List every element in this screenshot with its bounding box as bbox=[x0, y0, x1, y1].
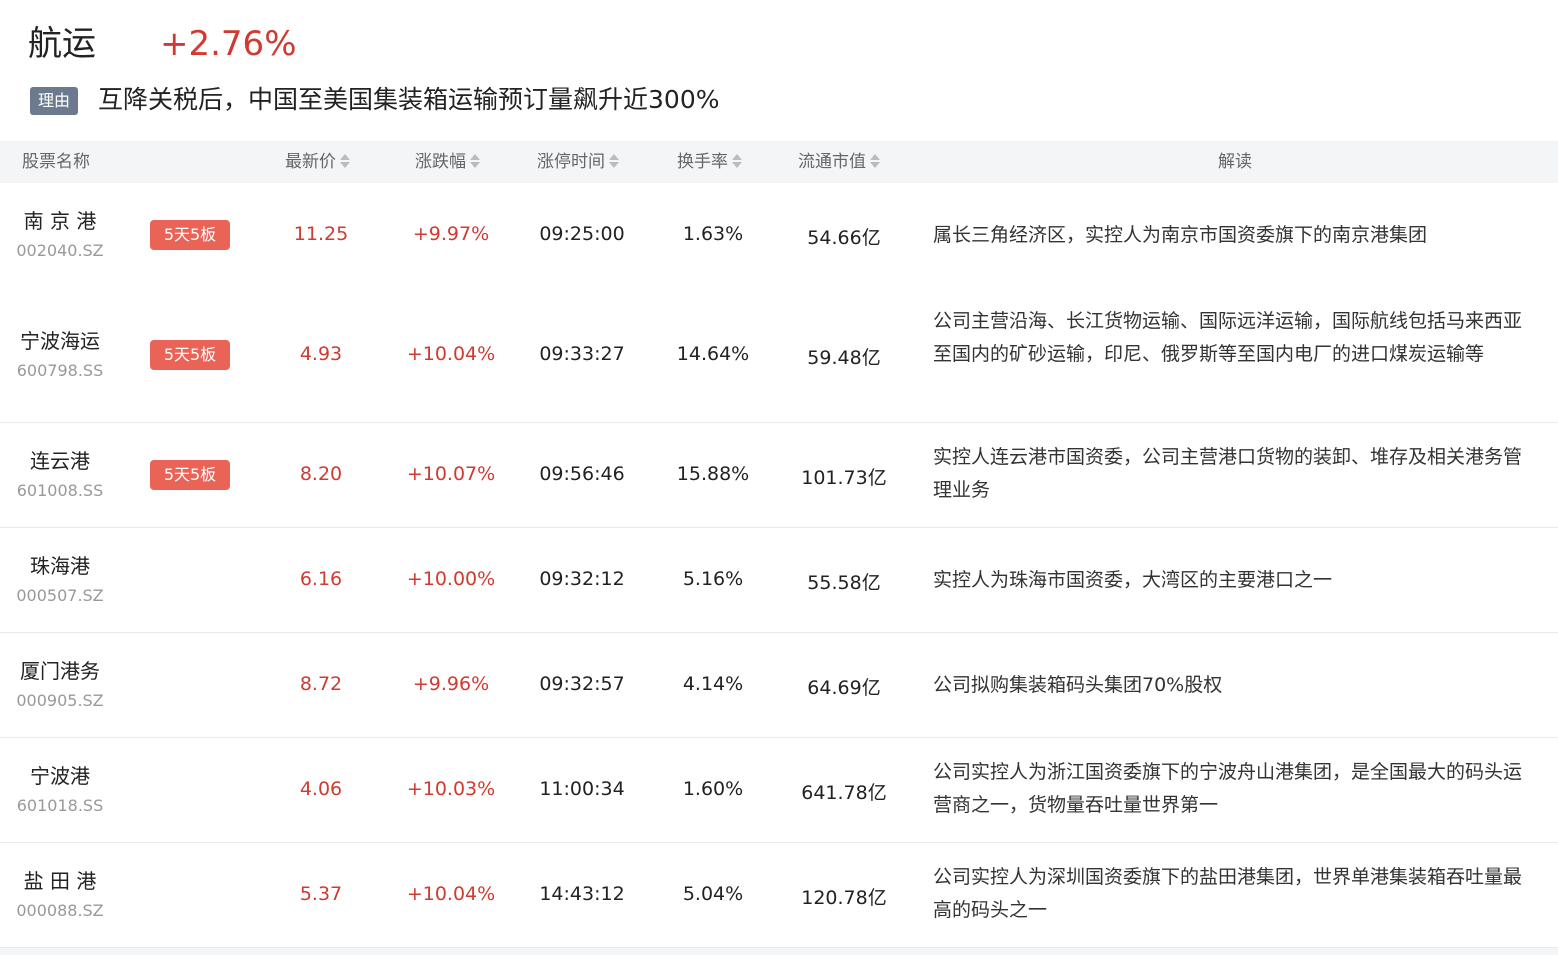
limit-up-time: 09:32:57 bbox=[539, 673, 625, 695]
column-header-turnover-label: 换手率 bbox=[677, 152, 728, 172]
column-header-change[interactable]: 涨跌幅 bbox=[415, 141, 480, 183]
turnover-rate: 4.14% bbox=[682, 673, 744, 695]
column-header-name: 股票名称 bbox=[22, 141, 90, 183]
stock-code: 600798.SS bbox=[16, 361, 104, 380]
latest-price: 5.37 bbox=[299, 883, 343, 905]
price-change: +10.07% bbox=[406, 463, 496, 485]
limit-up-time: 09:25:00 bbox=[539, 223, 625, 245]
price-change: +10.04% bbox=[406, 883, 496, 905]
interpretation: 公司实控人为浙江国资委旗下的宁波舟山港集团，是全国最大的码头运营商之一，货物量吞… bbox=[933, 761, 1523, 816]
column-header-interpretation: 解读 bbox=[1218, 141, 1252, 183]
interpretation: 公司实控人为深圳国资委旗下的盐田港集团，世界单港集装箱吞吐量最高的码头之一 bbox=[933, 866, 1523, 921]
column-header-price-label: 最新价 bbox=[285, 152, 336, 172]
turnover-rate: 1.60% bbox=[682, 778, 744, 800]
stock-name[interactable]: 宁波海运 bbox=[0, 325, 120, 354]
stock-name[interactable]: 珠海港 bbox=[0, 550, 120, 579]
column-header-limit-time-label: 涨停时间 bbox=[537, 152, 605, 172]
latest-price: 11.25 bbox=[293, 223, 349, 245]
market-cap: 120.78亿 bbox=[801, 887, 887, 909]
streak-badge: 5天5板 bbox=[150, 460, 230, 490]
bottom-divider bbox=[0, 948, 1558, 955]
streak-badge: 5天5板 bbox=[150, 220, 230, 250]
interpretation: 公司主营沿海、长江货物运输、国际远洋运输，国际航线包括马来西亚至国内的矿砂运输，… bbox=[933, 310, 1523, 365]
stock-table: 股票名称 最新价 涨跌幅 涨停时间 换手率 流通市值 解读 南 京 港 0020… bbox=[0, 141, 1558, 948]
price-change: +9.97% bbox=[412, 223, 490, 245]
interpretation: 公司拟购集装箱码头集团70%股权 bbox=[933, 674, 1223, 696]
interpretation: 属长三角经济区，实控人为南京市国资委旗下的南京港集团 bbox=[933, 224, 1428, 246]
column-header-limit-time[interactable]: 涨停时间 bbox=[537, 141, 619, 183]
turnover-rate: 14.64% bbox=[676, 343, 750, 365]
latest-price: 4.06 bbox=[299, 778, 343, 800]
limit-up-time: 11:00:34 bbox=[539, 778, 625, 800]
table-row[interactable]: 宁波海运 600798.SS 5天5板 4.93 +10.04% 09:33:2… bbox=[0, 287, 1558, 423]
latest-price: 8.72 bbox=[299, 673, 343, 695]
limit-up-time: 14:43:12 bbox=[539, 883, 625, 905]
column-header-name-label: 股票名称 bbox=[22, 152, 90, 172]
column-header-interpretation-label: 解读 bbox=[1218, 152, 1252, 172]
sector-change: +2.76% bbox=[160, 24, 297, 64]
streak-badge: 5天5板 bbox=[150, 340, 230, 370]
turnover-rate: 15.88% bbox=[676, 463, 750, 485]
stock-code: 601018.SS bbox=[16, 796, 104, 815]
stock-name[interactable]: 盐 田 港 bbox=[0, 865, 120, 894]
sort-icon[interactable] bbox=[470, 153, 480, 169]
sort-icon[interactable] bbox=[732, 153, 742, 169]
reason-text: 互降关税后，中国至美国集装箱运输预订量飙升近300% bbox=[98, 85, 720, 114]
stock-code: 000905.SZ bbox=[16, 691, 104, 710]
price-change: +10.04% bbox=[406, 343, 496, 365]
stock-code: 601008.SS bbox=[16, 481, 104, 500]
market-cap: 59.48亿 bbox=[807, 347, 881, 369]
turnover-rate: 5.16% bbox=[682, 568, 744, 590]
latest-price: 8.20 bbox=[299, 463, 343, 485]
table-row[interactable]: 南 京 港 002040.SZ 5天5板 11.25 +9.97% 09:25:… bbox=[0, 183, 1558, 288]
sort-icon[interactable] bbox=[609, 153, 619, 169]
market-cap: 54.66亿 bbox=[807, 227, 881, 249]
column-header-market-cap-label: 流通市值 bbox=[798, 152, 866, 172]
market-cap: 101.73亿 bbox=[801, 467, 887, 489]
stock-code: 002040.SZ bbox=[16, 241, 104, 260]
stock-code: 000507.SZ bbox=[16, 586, 104, 605]
market-cap: 641.78亿 bbox=[801, 782, 887, 804]
limit-up-time: 09:32:12 bbox=[539, 568, 625, 590]
table-row[interactable]: 厦门港务 000905.SZ 8.72 +9.96% 09:32:57 4.14… bbox=[0, 633, 1558, 738]
column-header-turnover[interactable]: 换手率 bbox=[677, 141, 742, 183]
latest-price: 4.93 bbox=[299, 343, 343, 365]
reason-tag: 理由 bbox=[30, 87, 78, 115]
market-cap: 64.69亿 bbox=[807, 677, 881, 699]
interpretation: 实控人连云港市国资委，公司主营港口货物的装卸、堆存及相关港务管理业务 bbox=[933, 446, 1523, 501]
sector-header: 航运 +2.76% 理由 互降关税后，中国至美国集装箱运输预订量飙升近300% bbox=[0, 0, 1558, 140]
sector-name: 航运 bbox=[28, 24, 96, 64]
column-header-price[interactable]: 最新价 bbox=[285, 141, 350, 183]
stock-code: 000088.SZ bbox=[16, 901, 104, 920]
table-header: 股票名称 最新价 涨跌幅 涨停时间 换手率 流通市值 解读 bbox=[0, 141, 1558, 183]
stock-name[interactable]: 厦门港务 bbox=[0, 655, 120, 684]
table-row[interactable]: 宁波港 601018.SS 4.06 +10.03% 11:00:34 1.60… bbox=[0, 738, 1558, 843]
table-row[interactable]: 连云港 601008.SS 5天5板 8.20 +10.07% 09:56:46… bbox=[0, 423, 1558, 528]
latest-price: 6.16 bbox=[299, 568, 343, 590]
sort-icon[interactable] bbox=[870, 153, 880, 169]
price-change: +10.03% bbox=[406, 778, 496, 800]
stock-name[interactable]: 宁波港 bbox=[0, 760, 120, 789]
stock-name[interactable]: 连云港 bbox=[0, 445, 120, 474]
limit-up-time: 09:56:46 bbox=[539, 463, 625, 485]
price-change: +10.00% bbox=[406, 568, 496, 590]
market-cap: 55.58亿 bbox=[807, 572, 881, 594]
sort-icon[interactable] bbox=[340, 153, 350, 169]
stock-name[interactable]: 南 京 港 bbox=[0, 205, 120, 234]
table-row[interactable]: 珠海港 000507.SZ 6.16 +10.00% 09:32:12 5.16… bbox=[0, 528, 1558, 633]
turnover-rate: 1.63% bbox=[682, 223, 744, 245]
column-header-market-cap[interactable]: 流通市值 bbox=[798, 141, 880, 183]
column-header-change-label: 涨跌幅 bbox=[415, 152, 466, 172]
table-row[interactable]: 盐 田 港 000088.SZ 5.37 +10.04% 14:43:12 5.… bbox=[0, 843, 1558, 948]
interpretation: 实控人为珠海市国资委，大湾区的主要港口之一 bbox=[933, 569, 1333, 591]
limit-up-time: 09:33:27 bbox=[539, 343, 625, 365]
turnover-rate: 5.04% bbox=[682, 883, 744, 905]
price-change: +9.96% bbox=[412, 673, 490, 695]
